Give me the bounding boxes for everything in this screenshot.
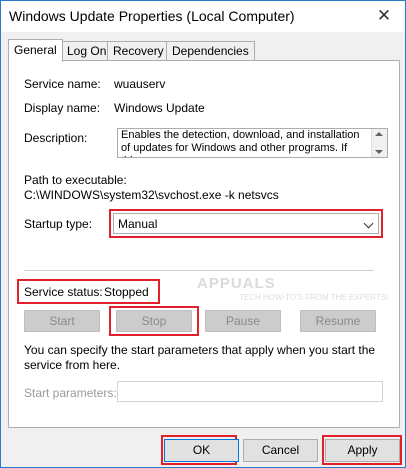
chevron-down-icon <box>363 218 374 229</box>
watermark-logo: APPUALS <box>197 275 276 292</box>
description-text: Enables the detection, download, and ins… <box>121 129 360 157</box>
service-status-label: Service status: <box>24 285 103 299</box>
scroll-down-icon[interactable] <box>375 150 383 154</box>
close-icon[interactable]: ✕ <box>373 5 395 27</box>
description-scrollbar[interactable] <box>371 129 387 157</box>
title-bar: Windows Update Properties (Local Compute… <box>1 1 405 32</box>
tab-dependencies[interactable]: Dependencies <box>166 41 255 61</box>
pause-button[interactable]: Pause <box>205 310 281 332</box>
startup-type-label: Startup type: <box>24 217 93 231</box>
divider <box>24 270 374 271</box>
service-status-value: Stopped <box>104 285 149 299</box>
display-name-value: Windows Update <box>114 101 205 115</box>
path-value: C:\WINDOWS\system32\svchost.exe -k netsv… <box>24 188 279 202</box>
start-parameters-input[interactable] <box>117 381 383 402</box>
resume-button[interactable]: Resume <box>300 310 376 332</box>
tab-log-on[interactable]: Log On <box>61 41 113 61</box>
start-button[interactable]: Start <box>24 310 100 332</box>
start-parameters-label: Start parameters: <box>24 386 117 400</box>
apply-button[interactable]: Apply <box>325 439 400 462</box>
info-text: You can specify the start parameters tha… <box>24 343 376 372</box>
stop-button[interactable]: Stop <box>116 310 192 332</box>
cancel-button[interactable]: Cancel <box>243 439 318 462</box>
properties-dialog: Windows Update Properties (Local Compute… <box>0 0 406 468</box>
description-box[interactable]: Enables the detection, download, and ins… <box>117 128 388 158</box>
tab-general[interactable]: General <box>8 39 63 62</box>
general-panel: APPUALS TECH HOW-TO'S FROM THE EXPERTS! … <box>8 60 400 428</box>
tab-recovery[interactable]: Recovery <box>107 41 170 61</box>
startup-type-value: Manual <box>118 217 158 231</box>
path-label: Path to executable: <box>24 173 127 187</box>
startup-type-select[interactable]: Manual <box>113 213 379 234</box>
scroll-up-icon[interactable] <box>375 132 383 136</box>
display-name-label: Display name: <box>24 101 101 115</box>
service-name-label: Service name: <box>24 77 101 91</box>
description-label: Description: <box>24 131 88 145</box>
window-title: Windows Update Properties (Local Compute… <box>9 8 295 24</box>
ok-button[interactable]: OK <box>164 439 239 462</box>
service-name-value: wuauserv <box>114 77 166 91</box>
watermark-tagline: TECH HOW-TO'S FROM THE EXPERTS! <box>239 293 389 302</box>
